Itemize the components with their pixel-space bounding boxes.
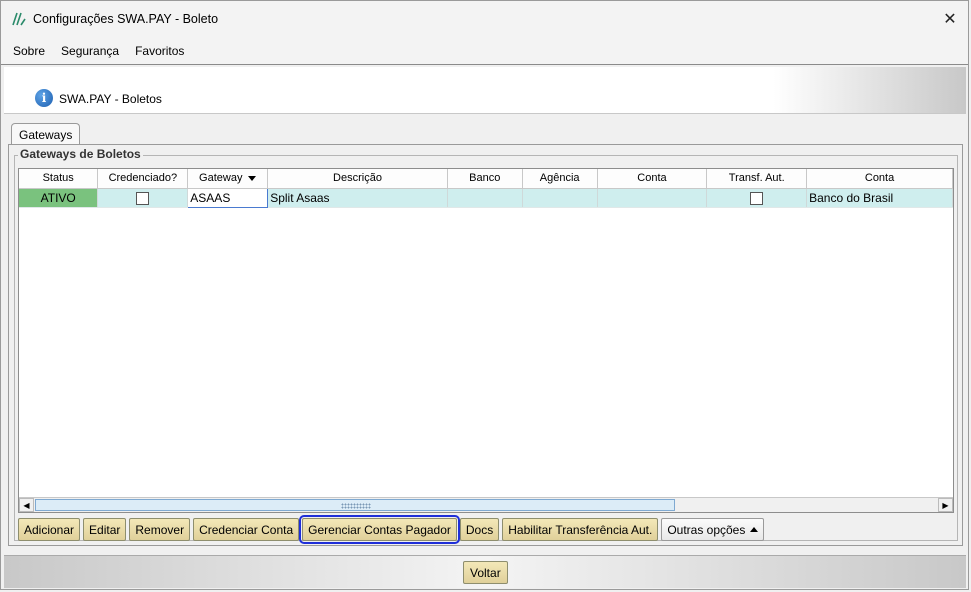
cell-agencia[interactable] (522, 188, 598, 208)
header-panel: i SWA.PAY - Boletos (4, 67, 966, 114)
col-header-status[interactable]: Status (19, 169, 99, 189)
scroll-left-arrow[interactable]: ◀ (19, 498, 34, 512)
cell-gateway[interactable]: ASAAS (187, 187, 269, 208)
sort-desc-icon (248, 175, 257, 181)
cell-credenciado[interactable] (97, 188, 189, 208)
close-button[interactable]: ✕ (940, 9, 960, 29)
main-window: Configurações SWA.PAY - Boleto ✕ Sobre S… (0, 0, 969, 590)
col-header-banco[interactable]: Banco (447, 169, 523, 189)
page-title: SWA.PAY - Boletos (59, 92, 162, 106)
horizontal-scrollbar[interactable]: ◀ ▶ (19, 497, 953, 512)
cell-transf-aut[interactable] (706, 188, 808, 208)
app-logo-icon (12, 12, 26, 26)
outras-opcoes-button[interactable]: Outras opções (661, 518, 765, 541)
col-header-transf-aut[interactable]: Transf. Aut. (706, 169, 808, 189)
credenciar-conta-button[interactable]: Credenciar Conta (193, 518, 300, 541)
tab-panel: Gateways de Boletos Status Credenciado? … (8, 144, 963, 546)
col-header-agencia[interactable]: Agência (522, 169, 598, 189)
docs-button[interactable]: Docs (459, 518, 500, 541)
voltar-button[interactable]: Voltar (463, 561, 508, 584)
col-header-descricao[interactable]: Descrição (267, 169, 448, 189)
adicionar-button[interactable]: Adicionar (18, 518, 81, 541)
menu-item-seguranca[interactable]: Segurança (53, 44, 127, 58)
col-header-credenciado[interactable]: Credenciado? (97, 169, 189, 189)
action-buttons: Adicionar Editar Remover Credenciar Cont… (18, 515, 765, 544)
menu-bar: Sobre Segurança Favoritos (1, 37, 968, 65)
chevron-up-icon (750, 527, 759, 532)
scrollbar-grip (341, 503, 371, 509)
info-icon: i (35, 89, 53, 107)
table-row[interactable]: ATIVO ASAAS Split Asaas Banco do Brasil (19, 187, 953, 208)
gateways-group: Gateways de Boletos Status Credenciado? … (14, 147, 958, 544)
habilitar-transferencia-button[interactable]: Habilitar Transferência Aut. (502, 518, 659, 541)
tab-gateways[interactable]: Gateways (11, 123, 81, 145)
col-header-conta-banco[interactable]: Conta (806, 169, 953, 189)
grid-table: Status Credenciado? Gateway Descrição Ba… (19, 169, 953, 208)
editar-button[interactable]: Editar (83, 518, 127, 541)
outras-opcoes-label: Outras opções (667, 522, 746, 537)
gerenciar-contas-pagador-button[interactable]: Gerenciar Contas Pagador (299, 515, 460, 544)
remover-button[interactable]: Remover (129, 518, 191, 541)
title-bar: Configurações SWA.PAY - Boleto ✕ (1, 1, 968, 37)
cell-descricao[interactable]: Split Asaas (267, 188, 448, 208)
tab-strip: Gateways (11, 123, 81, 145)
col-header-gateway[interactable]: Gateway (187, 169, 269, 189)
transf-aut-checkbox[interactable] (750, 191, 764, 205)
scroll-right-arrow[interactable]: ▶ (938, 498, 953, 512)
window-title: Configurações SWA.PAY - Boleto (33, 12, 219, 26)
cell-status[interactable]: ATIVO (19, 188, 99, 208)
grid-header-row: Status Credenciado? Gateway Descrição Ba… (19, 169, 953, 189)
credenciado-checkbox[interactable] (136, 191, 150, 205)
gateways-grid[interactable]: Status Credenciado? Gateway Descrição Ba… (18, 168, 954, 513)
scrollbar-thumb[interactable] (35, 499, 675, 511)
menu-item-sobre[interactable]: Sobre (5, 44, 53, 58)
menu-item-favoritos[interactable]: Favoritos (127, 44, 192, 58)
cell-conta[interactable] (597, 188, 708, 208)
cell-banco[interactable] (447, 188, 523, 208)
footer-bar: Voltar (4, 555, 966, 588)
cell-conta-banco[interactable]: Banco do Brasil (806, 188, 953, 208)
group-title: Gateways de Boletos (18, 147, 143, 161)
col-header-conta[interactable]: Conta (597, 169, 708, 189)
col-header-gateway-label: Gateway (199, 172, 243, 185)
close-icon: ✕ (943, 11, 957, 28)
